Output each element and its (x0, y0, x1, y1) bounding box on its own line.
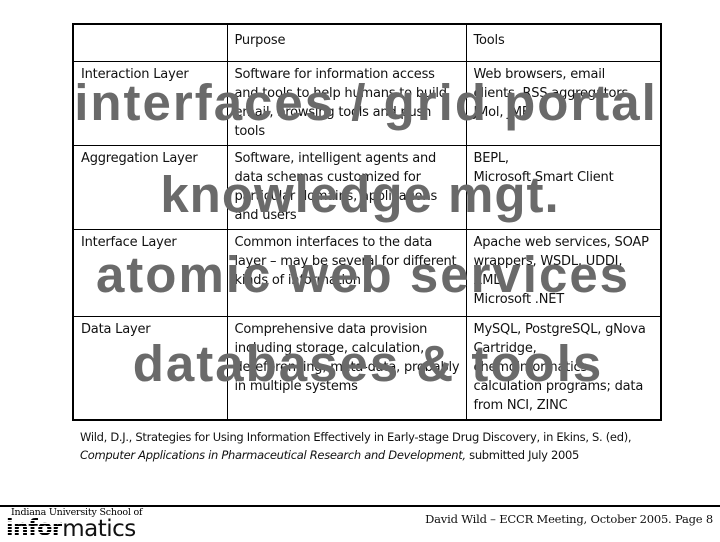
layer-name-cell: Aggregation Layer (72, 144, 228, 230)
table-row: Aggregation Layer Software, intelligent … (72, 144, 662, 230)
table-row: Interface Layer Common interfaces to the… (72, 228, 662, 317)
tools-cell: Apache web services, SOAP wrappers, WSDL… (465, 228, 662, 317)
purpose-cell: Software, intelligent agents and data sc… (226, 144, 467, 230)
tools-cell: Web browsers, email clients, RSS aggrega… (465, 60, 662, 146)
tools-cell: BEPL, Microsoft Smart Client (465, 144, 662, 230)
layer-name-cell: Interface Layer (72, 228, 228, 317)
header-cell-purpose: Purpose (226, 23, 467, 62)
header-cell-tools: Tools (465, 23, 662, 62)
table-row: Data Layer Comprehensive data provision … (72, 315, 662, 421)
layers-table: Purpose Tools Interaction Layer Software… (72, 23, 662, 421)
footer-text: David Wild – ECCR Meeting, October 2005.… (425, 512, 713, 526)
layer-name-cell: Data Layer (72, 315, 228, 421)
citation: Wild, D.J., Strategies for Using Informa… (80, 428, 700, 464)
logo-wordmark: infor matics (6, 516, 156, 542)
citation-line-1: Wild, D.J., Strategies for Using Informa… (80, 430, 632, 444)
informatics-logo: Indiana University School of infor matics (6, 507, 156, 542)
layer-name-cell: Interaction Layer (72, 60, 228, 146)
citation-line-2: Computer Applications in Pharmaceutical … (80, 446, 700, 464)
purpose-cell: Comprehensive data provision including s… (226, 315, 467, 421)
header-cell-layer (72, 23, 228, 62)
table-row: Interaction Layer Software for informati… (72, 60, 662, 146)
tools-cell: MySQL, PostgreSQL, gNova Cartridge, chem… (465, 315, 662, 421)
citation-book-title: Computer Applications in Pharmaceutical … (80, 448, 466, 462)
purpose-cell: Common interfaces to the data layer – ma… (226, 228, 467, 317)
purpose-cell: Software for information access and tool… (226, 60, 467, 146)
logo-wordmark-rest: matics (62, 516, 136, 542)
table-header-row: Purpose Tools (72, 23, 662, 62)
logo-wordmark-striped: infor (6, 516, 63, 541)
citation-status: submitted July 2005 (465, 448, 580, 462)
slide: Purpose Tools Interaction Layer Software… (0, 0, 720, 542)
